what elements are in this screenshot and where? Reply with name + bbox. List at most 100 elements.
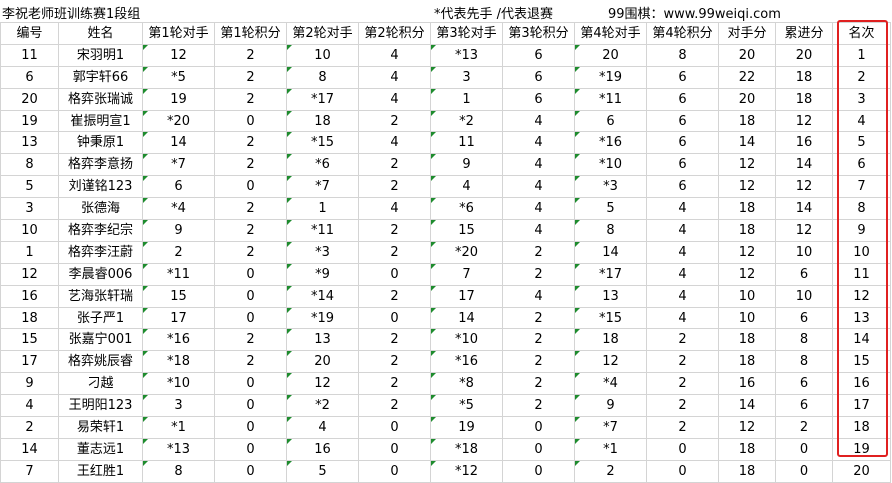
cell-r1-points[interactable]: 0 [214,262,287,286]
cell-rank[interactable]: 13 [832,306,891,330]
cell-cumulative-score[interactable]: 18 [775,65,833,89]
cell-rank[interactable]: 20 [832,459,891,483]
cell-r4-opponent[interactable]: *16 [574,131,647,155]
cell-r2-opponent[interactable]: 8 [286,65,359,89]
cell-opponent-score[interactable]: 18 [718,197,776,221]
cell-opponent-score[interactable]: 12 [718,416,776,439]
cell-r3-opponent[interactable]: *20 [430,240,503,264]
cell-r1-points[interactable]: 2 [214,153,287,177]
cell-cumulative-score[interactable]: 6 [775,372,833,396]
cell-name[interactable]: 李晨睿006 [58,262,143,286]
cell-r3-opponent[interactable]: *2 [430,109,503,133]
cell-r2-points[interactable]: 2 [358,240,431,264]
col-header[interactable]: 第1轮积分 [214,22,287,45]
cell-r3-points[interactable]: 2 [502,240,575,264]
cell-opponent-score[interactable]: 18 [718,459,776,483]
cell-r2-points[interactable]: 4 [358,65,431,89]
cell-number[interactable]: 13 [0,131,59,155]
cell-r2-opponent[interactable]: 20 [286,350,359,374]
cell-r3-points[interactable]: 2 [502,394,575,418]
cell-r2-opponent[interactable]: *14 [286,284,359,308]
cell-r4-points[interactable]: 2 [646,416,719,439]
cell-rank[interactable]: 3 [832,87,891,111]
cell-r1-opponent[interactable]: *4 [142,197,215,221]
cell-cumulative-score[interactable]: 14 [775,197,833,221]
cell-cumulative-score[interactable]: 10 [775,284,833,308]
cell-r1-points[interactable]: 2 [214,240,287,264]
cell-r1-points[interactable]: 2 [214,87,287,111]
cell-opponent-score[interactable]: 18 [718,109,776,133]
cell-r3-opponent[interactable]: 14 [430,306,503,330]
cell-rank[interactable]: 18 [832,416,891,439]
cell-r1-points[interactable]: 2 [214,350,287,374]
cell-opponent-score[interactable]: 18 [718,350,776,374]
cell-r4-opponent[interactable]: *15 [574,306,647,330]
cell-opponent-score[interactable]: 20 [718,43,776,67]
cell-r1-opponent[interactable]: 8 [142,459,215,483]
cell-number[interactable]: 1 [0,240,59,264]
cell-cumulative-score[interactable]: 12 [775,175,833,199]
col-header[interactable]: 第1轮对手 [142,22,215,45]
cell-r2-opponent[interactable]: 5 [286,459,359,483]
cell-r3-opponent[interactable]: 11 [430,131,503,155]
cell-opponent-score[interactable]: 18 [718,219,776,242]
cell-r3-opponent[interactable]: *6 [430,197,503,221]
cell-r4-opponent[interactable]: 2 [574,459,647,483]
cell-rank[interactable]: 19 [832,437,891,461]
cell-r1-opponent[interactable]: 3 [142,394,215,418]
legend-note[interactable]: *代表先手 /代表退赛 [434,3,553,22]
cell-r4-points[interactable]: 0 [646,437,719,461]
cell-number[interactable]: 14 [0,437,59,461]
cell-r2-points[interactable]: 0 [358,459,431,483]
cell-r1-points[interactable]: 2 [214,197,287,221]
cell-name[interactable]: 张德海 [58,197,143,221]
cell-r3-points[interactable]: 4 [502,284,575,308]
cell-opponent-score[interactable]: 12 [718,153,776,177]
cell-number[interactable]: 18 [0,306,59,330]
cell-name[interactable]: 刁越 [58,372,143,396]
cell-r2-opponent[interactable]: *2 [286,394,359,418]
cell-number[interactable]: 8 [0,153,59,177]
cell-r3-points[interactable]: 0 [502,437,575,461]
cell-number[interactable]: 12 [0,262,59,286]
cell-rank[interactable]: 5 [832,131,891,155]
cell-number[interactable]: 4 [0,394,59,418]
cell-r3-points[interactable]: 4 [502,197,575,221]
cell-r4-points[interactable]: 2 [646,328,719,352]
cell-name[interactable]: 艺海张轩瑞 [58,284,143,308]
cell-r1-opponent[interactable]: 2 [142,240,215,264]
cell-cumulative-score[interactable]: 20 [775,43,833,67]
cell-cumulative-score[interactable]: 8 [775,350,833,374]
cell-r1-opponent[interactable]: *1 [142,416,215,439]
cell-opponent-score[interactable]: 12 [718,262,776,286]
cell-number[interactable]: 10 [0,219,59,242]
cell-number[interactable]: 5 [0,175,59,199]
cell-r2-opponent[interactable]: 4 [286,416,359,439]
cell-r3-opponent[interactable]: 19 [430,416,503,439]
cell-r3-opponent[interactable]: 9 [430,153,503,177]
cell-r3-opponent[interactable]: 3 [430,65,503,89]
cell-r3-opponent[interactable]: *12 [430,459,503,483]
cell-r1-opponent[interactable]: 12 [142,43,215,67]
cell-r1-points[interactable]: 0 [214,459,287,483]
cell-r2-points[interactable]: 2 [358,328,431,352]
cell-r4-points[interactable]: 6 [646,109,719,133]
cell-r4-points[interactable]: 4 [646,219,719,242]
cell-r2-points[interactable]: 2 [358,109,431,133]
cell-cumulative-score[interactable]: 2 [775,416,833,439]
cell-r1-points[interactable]: 2 [214,328,287,352]
cell-name[interactable]: 刘谨铭123 [58,175,143,199]
cell-r1-points[interactable]: 0 [214,416,287,439]
cell-r4-points[interactable]: 8 [646,43,719,67]
cell-cumulative-score[interactable]: 18 [775,87,833,111]
cell-opponent-score[interactable]: 10 [718,284,776,308]
cell-name[interactable]: 王红胜1 [58,459,143,483]
cell-r1-points[interactable]: 0 [214,284,287,308]
col-header[interactable]: 名次 [832,22,891,45]
cell-r3-points[interactable]: 6 [502,65,575,89]
cell-cumulative-score[interactable]: 8 [775,328,833,352]
cell-r1-points[interactable]: 0 [214,109,287,133]
cell-r3-points[interactable]: 2 [502,328,575,352]
cell-opponent-score[interactable]: 22 [718,65,776,89]
cell-r2-points[interactable]: 4 [358,131,431,155]
